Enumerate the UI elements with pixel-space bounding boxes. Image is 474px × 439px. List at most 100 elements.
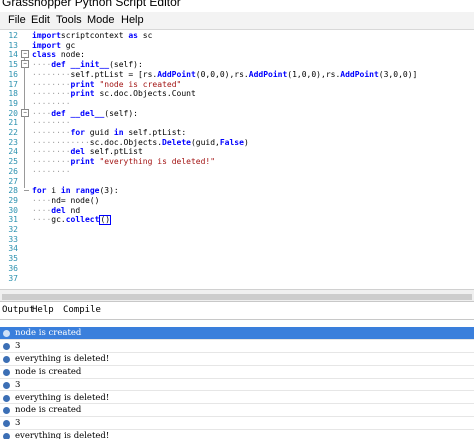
code-editor[interactable]: − − − 12 importscriptcontext as sc 13 impor…: [0, 30, 474, 288]
code-token: __del__: [70, 108, 105, 118]
line-number: 35: [8, 254, 18, 264]
code-line[interactable]: 26 ········: [0, 167, 474, 177]
code-token: (self):: [109, 60, 143, 70]
code-token: gc: [60, 40, 76, 50]
horizontal-scrollbar[interactable]: [0, 293, 474, 302]
line-number: 13: [8, 40, 18, 50]
tab-compile[interactable]: Compile: [63, 305, 101, 316]
code-line[interactable]: 18 ········print sc.doc.Objects.Count: [0, 89, 474, 99]
code-line[interactable]: 17 ········print "node is created": [0, 80, 474, 90]
message-icon: [3, 394, 10, 402]
tab-help[interactable]: Help: [32, 305, 54, 316]
code-line[interactable]: 24 ········del self.ptList: [0, 147, 474, 157]
code-text: ············sc.doc.Objects.Delete(guid,F…: [32, 138, 249, 148]
code-token: i: [46, 186, 61, 196]
code-token: (3,0,0)]: [378, 69, 418, 79]
output-panel[interactable]: node is created 3 everything is deleted! no…: [0, 327, 474, 439]
code-token: ········: [32, 166, 71, 176]
menu-mode[interactable]: Mode: [87, 13, 115, 27]
code-line[interactable]: 34: [0, 244, 474, 254]
bottom-tab-strip: Output Help Compile: [0, 303, 474, 320]
code-line[interactable]: 36: [0, 264, 474, 274]
code-token: range: [75, 186, 100, 196]
code-line[interactable]: 28 for i in range(3):: [0, 186, 474, 196]
code-text: importscriptcontext as sc: [32, 31, 152, 41]
code-line[interactable]: 25 ········print "everything is deleted!": [0, 157, 474, 167]
code-token: gc.: [51, 215, 66, 225]
code-token: print: [70, 89, 95, 99]
code-token: sc.doc.Objects.Count: [94, 89, 196, 99]
code-text: import gc: [32, 41, 75, 51]
code-line[interactable]: 23 ············sc.doc.Objects.Delete(guid…: [0, 138, 474, 148]
code-line[interactable]: 15 ····def __init__(self):: [0, 60, 474, 70]
message-icon: [3, 381, 10, 389]
code-line[interactable]: 32: [0, 225, 474, 235]
code-line[interactable]: 20 ····def __del__(self):: [0, 109, 474, 119]
scrollbar-thumb[interactable]: [2, 294, 472, 300]
code-text: ····def __del__(self):: [32, 109, 138, 119]
code-token: del: [70, 147, 85, 157]
line-number: 32: [8, 225, 18, 234]
output-row[interactable]: everything is deleted!: [0, 353, 474, 366]
code-line[interactable]: 12 importscriptcontext as sc: [0, 31, 474, 41]
code-line[interactable]: 22 ········for guid in self.ptList:: [0, 128, 474, 138]
code-line[interactable]: 13 import gc: [0, 41, 474, 51]
code-token: guid: [84, 128, 114, 137]
output-row[interactable]: everything is deleted!: [0, 392, 474, 405]
output-row[interactable]: 3: [0, 417, 474, 431]
code-token: ········: [32, 98, 71, 108]
code-token: ········: [32, 89, 71, 99]
code-token: def: [51, 60, 66, 70]
output-row[interactable]: node is created: [0, 327, 474, 340]
code-line[interactable]: 16 ········self.ptList = [rs.AddPoint(0,0…: [0, 70, 474, 80]
code-token: (0,0,0),rs.: [195, 69, 249, 79]
code-token: self.ptList = [rs.: [70, 69, 158, 79]
code-line[interactable]: 29 ····nd= node(): [0, 196, 474, 206]
code-line[interactable]: 37: [0, 274, 474, 284]
output-text: everything is deleted!: [15, 431, 110, 439]
output-text: everything is deleted!: [15, 353, 110, 364]
code-token: self.ptList: [84, 147, 143, 157]
output-text: everything is deleted!: [15, 392, 110, 403]
code-token: self.ptList:: [123, 128, 187, 137]
code-token: print: [70, 79, 95, 89]
menu-file[interactable]: File: [8, 13, 26, 27]
code-token: sc.doc.Objects.: [89, 137, 163, 147]
output-row[interactable]: 3: [0, 340, 474, 353]
code-line[interactable]: 33: [0, 235, 474, 245]
code-token: node:: [56, 50, 85, 60]
code-line[interactable]: 30 ····del nd: [0, 206, 474, 216]
menu-help[interactable]: Help: [121, 13, 144, 27]
output-text: 3: [15, 340, 21, 351]
code-line[interactable]: 27: [0, 177, 474, 187]
message-icon: [3, 368, 10, 376]
code-token: collect: [65, 215, 100, 225]
line-number: 22: [8, 128, 18, 137]
line-number: 29: [8, 195, 18, 205]
code-text: ········: [32, 99, 71, 109]
code-token: ····: [32, 215, 52, 225]
output-row[interactable]: node is created: [0, 404, 474, 418]
tab-output[interactable]: Output: [2, 305, 35, 316]
menu-tools[interactable]: Tools: [56, 13, 82, 27]
output-row[interactable]: everything is deleted!: [0, 430, 474, 439]
line-number: 24: [8, 147, 18, 157]
code-line[interactable]: 21 ········: [0, 118, 474, 128]
code-token: as: [128, 31, 138, 40]
line-number: 33: [8, 234, 18, 244]
line-number: 15: [8, 60, 18, 70]
line-number: 34: [8, 244, 18, 254]
output-row[interactable]: 3: [0, 379, 474, 392]
output-row[interactable]: node is created: [0, 366, 474, 379]
code-text: ········: [32, 167, 71, 177]
code-line[interactable]: 35: [0, 254, 474, 264]
menu-edit[interactable]: Edit: [31, 13, 50, 27]
code-line[interactable]: 14 class node:: [0, 50, 474, 60]
code-line[interactable]: 31 ····gc.collect(): [0, 215, 474, 226]
code-text: ········for guid in self.ptList:: [32, 128, 186, 138]
code-token: ········: [32, 69, 71, 79]
output-text: node is created: [15, 328, 82, 338]
code-token: (3):: [99, 186, 119, 196]
code-line[interactable]: 19 ········: [0, 99, 474, 109]
code-token: print: [70, 157, 95, 167]
